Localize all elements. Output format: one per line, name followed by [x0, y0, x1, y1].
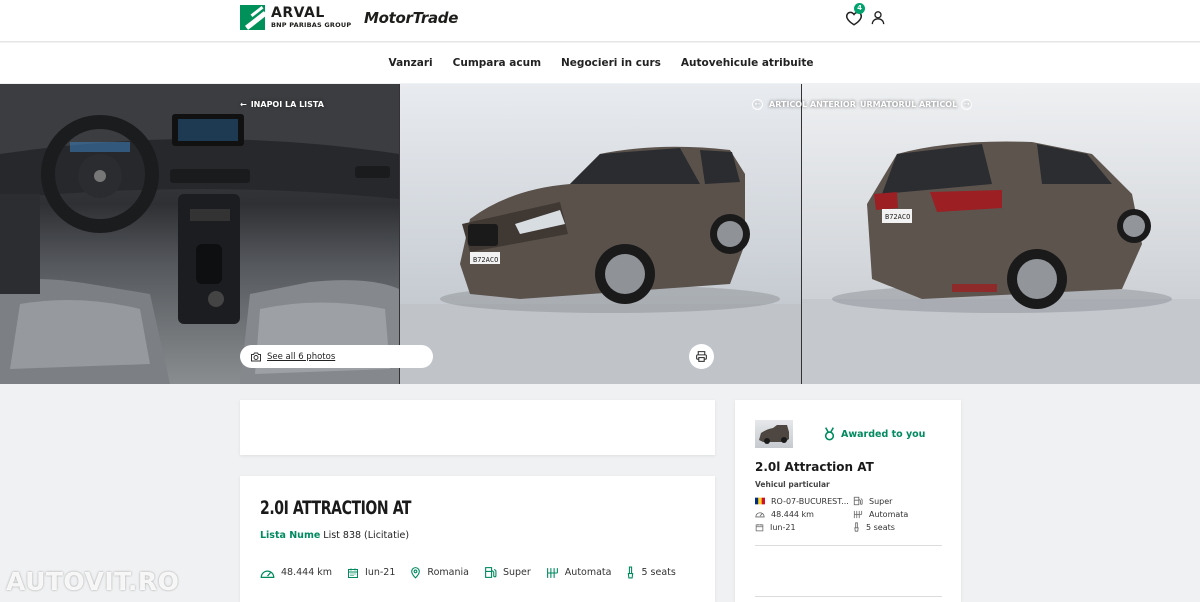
gearbox-icon: [853, 510, 863, 518]
speedometer-icon: [260, 570, 275, 578]
awarded-label: Awarded to you: [841, 428, 926, 440]
spec-transmission-value: Automata: [564, 567, 612, 578]
spec-mileage: 48.444 km: [260, 567, 332, 579]
spec-date: Iun-21: [347, 567, 395, 579]
camera-icon: [251, 352, 261, 361]
arval-logo-mark: [240, 5, 265, 30]
vehicle-thumbnail[interactable]: [755, 420, 793, 448]
favorites-count-badge: 4: [854, 3, 865, 14]
side-vehicle-subtitle: Vehicul particular: [755, 480, 830, 489]
print-button[interactable]: [689, 344, 714, 369]
spec-fuel: Super: [484, 566, 531, 579]
main-nav: Vanzari Cumpara acum Negocieri in curs A…: [0, 43, 1200, 83]
next-article-label: URMATORUL ARTICOL: [860, 100, 958, 109]
photo-gallery: B72ACO B72ACO ← INAPOI LA LISTA ← ARTICO…: [0, 84, 1200, 384]
medal-icon: [824, 427, 835, 441]
empty-info-card: [240, 400, 715, 455]
side-detail-date: Iun-21: [755, 522, 853, 532]
list-name-key: Lista Nume: [260, 530, 321, 541]
fuel-pump-icon: [485, 567, 497, 578]
spec-mileage-value: 48.444 km: [281, 567, 333, 578]
arrow-left-icon: ←: [240, 100, 247, 109]
gallery-photo-front[interactable]: B72ACO: [400, 84, 801, 384]
calendar-icon: [755, 523, 764, 531]
side-transmission-value: Automata: [869, 509, 909, 519]
plate-text-rear: B72ACO: [885, 213, 910, 221]
list-name-row: Lista Nume List 838 (Licitatie): [260, 530, 409, 541]
gearbox-icon: [546, 567, 558, 578]
seat-icon: [854, 522, 859, 532]
spec-location-value: Romania: [427, 567, 469, 578]
arrow-right-circle-icon: →: [961, 99, 973, 110]
arval-logo[interactable]: ARVAL BNP PARIBAS GROUP: [240, 5, 351, 30]
gallery-photo-rear[interactable]: B72ACO: [802, 84, 1200, 384]
side-date-value: Iun-21: [770, 522, 796, 532]
vehicle-details-card: 2.0I ATTRACTION AT Lista Nume List 838 (L…: [240, 476, 715, 602]
spec-date-value: Iun-21: [365, 567, 396, 578]
previous-article-link[interactable]: ← ARTICOL ANTERIOR: [752, 99, 856, 110]
spec-seats-value: 5 seats: [641, 567, 676, 578]
spec-seats: 5 seats: [626, 566, 676, 579]
side-fuel-value: Super: [869, 496, 893, 506]
side-divider-bottom: [755, 596, 942, 597]
nav-item-vanzari[interactable]: Vanzari: [389, 57, 433, 69]
gallery-photo-interior[interactable]: [0, 84, 399, 384]
vehicle-specs-row: 48.444 km Iun-21 Romania Super Automata …: [260, 566, 691, 579]
spec-transmission: Automata: [546, 567, 612, 579]
awarded-status: Awarded to you: [823, 427, 925, 441]
printer-icon: [696, 351, 707, 362]
nav-item-cumpara-acum[interactable]: Cumpara acum: [453, 57, 541, 69]
nav-item-negocieri[interactable]: Negocieri in curs: [561, 57, 661, 69]
back-to-list-label: INAPOI LA LISTA: [250, 100, 324, 109]
side-detail-fuel: Super: [853, 496, 943, 506]
side-location-value: RO-07-BUCUREST...: [771, 496, 849, 506]
side-divider: [755, 545, 942, 546]
previous-article-label: ARTICOL ANTERIOR: [769, 100, 856, 109]
top-header: ARVAL BNP PARIBAS GROUP MotorTrade 4: [0, 0, 1200, 42]
back-to-list-link[interactable]: ← INAPOI LA LISTA: [240, 100, 324, 109]
arval-logo-subtitle: BNP PARIBAS GROUP: [271, 21, 352, 30]
side-seats-value: 5 seats: [866, 522, 895, 532]
seat-icon: [628, 566, 634, 579]
user-icon[interactable]: [870, 9, 886, 26]
location-pin-icon: [411, 567, 421, 579]
next-article-link[interactable]: URMATORUL ARTICOL →: [860, 99, 973, 110]
motortrade-logo[interactable]: MotorTrade: [364, 9, 458, 27]
fuel-pump-icon: [853, 496, 863, 506]
side-detail-seats: 5 seats: [853, 522, 943, 532]
list-name-value: List 838 (Licitatie): [323, 530, 410, 541]
side-details-grid: RO-07-BUCUREST... Super 48.444 km Automa…: [755, 496, 943, 532]
arrow-left-circle-icon: ←: [752, 99, 763, 110]
side-detail-transmission: Automata: [853, 509, 943, 519]
spec-location: Romania: [410, 566, 469, 579]
side-detail-mileage: 48.444 km: [755, 509, 853, 519]
calendar-icon: [348, 568, 359, 578]
side-detail-location: RO-07-BUCUREST...: [755, 496, 853, 506]
speedometer-icon: [755, 512, 765, 518]
romania-flag-icon: [755, 497, 765, 505]
vehicle-title: 2.0I ATTRACTION AT: [260, 497, 412, 519]
arval-logo-name: ARVAL: [271, 5, 325, 22]
award-summary-card: Awarded to you 2.0l Attraction AT Vehicu…: [735, 400, 961, 602]
see-all-photos-button[interactable]: See all 6 photos: [240, 345, 433, 368]
nav-item-autovehicule-atribuite[interactable]: Autovehicule atribuite: [681, 57, 814, 69]
spec-fuel-value: Super: [502, 567, 531, 578]
plate-text-front: B72ACO: [473, 256, 498, 264]
side-vehicle-title: 2.0l Attraction AT: [755, 460, 874, 474]
autovit-watermark: AUTOVIT.RO: [6, 567, 180, 596]
side-mileage-value: 48.444 km: [771, 509, 814, 519]
see-all-photos-label: See all 6 photos: [267, 351, 336, 362]
